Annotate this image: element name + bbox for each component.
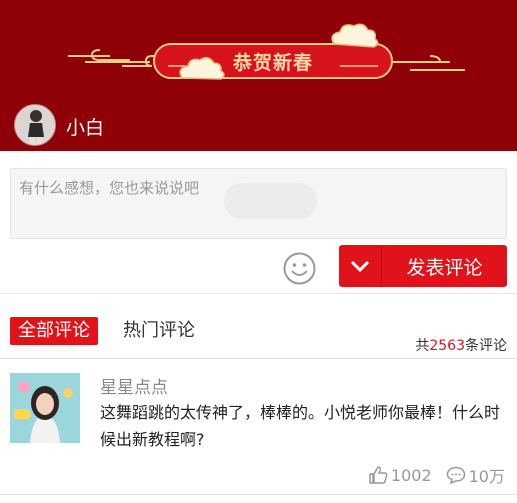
count-prefix: 共: [415, 338, 430, 354]
comment-count: 共2563条评论: [415, 335, 507, 355]
commenter-name[interactable]: 星星点点: [100, 373, 168, 398]
publish-label: 发表评论: [406, 256, 483, 279]
publish-button[interactable]: 发表评论: [339, 245, 507, 287]
like-button[interactable]: 1002: [368, 466, 432, 485]
reply-count: 10万: [468, 467, 505, 486]
avatar-portrait-icon: [10, 373, 80, 443]
comment-text: 这舞蹈跳的太传神了，棒棒的。小悦老师你最棒！什么时候出新教程啊?: [100, 403, 501, 449]
username: 小白: [66, 117, 105, 139]
count-suffix: 条评论: [465, 338, 507, 354]
divider: [0, 358, 517, 359]
festive-header: 恭贺新春 小白: [0, 0, 517, 151]
commenter-avatar[interactable]: [10, 373, 80, 443]
chevron-down-icon: [350, 260, 370, 272]
banner-title: 恭贺新春: [232, 51, 313, 74]
comment-placeholder: 有什么感想，您也来说说吧: [19, 179, 200, 197]
emoji-button[interactable]: [283, 252, 316, 285]
divider: [0, 494, 517, 495]
smiley-icon: [283, 252, 316, 285]
comment-textarea[interactable]: 有什么感想，您也来说说吧: [10, 168, 507, 239]
tab-all-comments[interactable]: 全部评论: [10, 317, 98, 345]
divider: [0, 293, 517, 294]
publish-toggle[interactable]: [339, 245, 382, 287]
input-ghost-bubble: [224, 183, 317, 219]
reply-button[interactable]: 10万: [446, 463, 505, 487]
tab-hot-comments[interactable]: 热门评论: [123, 317, 195, 345]
user-avatar[interactable]: [14, 104, 56, 146]
thumbs-up-icon: [369, 466, 388, 484]
chat-bubble-icon: [446, 466, 465, 484]
like-count: 1002: [390, 465, 432, 485]
count-number: 2563: [429, 338, 465, 354]
avatar-figure-icon: [15, 105, 55, 145]
comment-stats: 1002 10万: [368, 463, 505, 487]
